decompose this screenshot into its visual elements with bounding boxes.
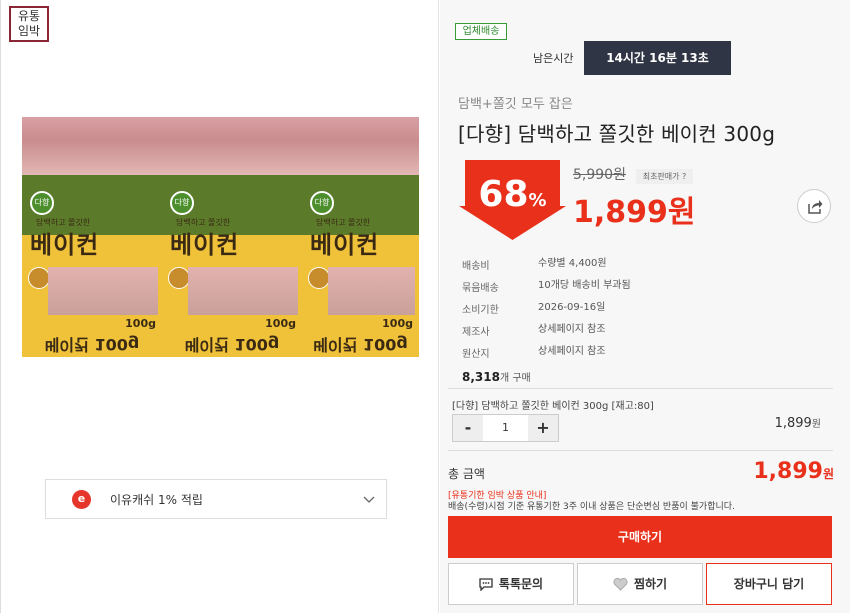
- cashback-text: 이유캐쉬 1% 적립: [110, 493, 203, 507]
- divider: [448, 450, 833, 451]
- add-to-cart-button[interactable]: 장바구니 담기: [706, 563, 832, 605]
- product-subtitle: 담백+쫄깃 모두 잡은: [458, 97, 573, 112]
- info-value-origin: 상세페이지 참조: [538, 346, 606, 357]
- cashback-dropdown[interactable]: e 이유캐쉬 1% 적립: [45, 479, 387, 519]
- purchase-panel: 업체배송 남은시간 14시간 16분 13초 담백+쫄깃 모두 잡은 [다향] …: [440, 0, 850, 613]
- option-price: 1,899원: [774, 416, 821, 431]
- remaining-time-label: 남은시간: [533, 52, 574, 65]
- info-value-bundle: 10개당 배송비 부과됨: [538, 280, 631, 291]
- info-label-bundle: 묶음배송: [462, 283, 499, 294]
- decrease-button[interactable]: -: [453, 415, 483, 441]
- e-cash-icon: e: [72, 490, 91, 509]
- lowest-price-info-button[interactable]: 최초판매가 ?: [636, 169, 693, 184]
- notice-body: 배송(수령)시점 기준 유통기한 3주 이내 상품은 단순변심 반품이 불가합니…: [448, 502, 735, 512]
- product-image[interactable]: 다향 담백하고 쫄깃한 베이컨 100g 베이컨 100g 다향 담백하고 쫄깃…: [22, 117, 419, 357]
- tag-line-2: 임박: [17, 24, 41, 38]
- countdown-timer: 14시간 16분 13초: [584, 41, 731, 75]
- product-title: [다향] 담백하고 쫄깃한 베이컨 300g: [458, 122, 776, 146]
- product-gallery: 유통 임박 다향 담백하고 쫄깃한 베이컨 100g 베이컨 100g 다향 담…: [1, 0, 439, 613]
- discount-rate: 68%: [478, 174, 547, 215]
- quantity-stepper: - 1 +: [452, 414, 559, 442]
- tag-line-1: 유통: [17, 9, 41, 23]
- share-icon: [808, 200, 823, 214]
- purchase-count: 8,318개 구매: [462, 370, 531, 384]
- heart-icon: [613, 578, 628, 591]
- info-value-expiry: 2026-09-16일: [538, 302, 606, 313]
- info-value-shipping: 수량별 4,400원: [538, 258, 607, 269]
- total-price: 1,899원: [753, 459, 834, 484]
- original-price: 5,990원: [573, 167, 626, 183]
- discount-arrow: 68%: [459, 160, 566, 240]
- bacon-pack: 다향 담백하고 쫄깃한 베이컨 100g 베이컨 100g: [302, 117, 419, 357]
- divider: [448, 388, 833, 389]
- share-button[interactable]: [797, 189, 831, 223]
- selected-option-name: [다향] 담백하고 쫄깃한 베이컨 300g [재고:80]: [452, 401, 654, 412]
- info-label-shipping: 배송비: [462, 261, 490, 272]
- info-label-origin: 원산지: [462, 349, 490, 360]
- increase-button[interactable]: +: [528, 415, 558, 441]
- info-label-expiry: 소비기한: [462, 305, 499, 316]
- inquiry-button[interactable]: 톡톡문의: [448, 563, 574, 605]
- wish-button[interactable]: 찜하기: [577, 563, 703, 605]
- info-value-manufacturer: 상세페이지 참조: [538, 324, 606, 335]
- delivery-badge: 업체배송: [455, 23, 507, 40]
- bacon-pack: 다향 담백하고 쫄깃한 베이컨 100g 베이컨 100g: [22, 117, 162, 357]
- buy-button[interactable]: 구매하기: [448, 516, 832, 558]
- expiry-imminent-tag: 유통 임박: [9, 6, 49, 42]
- info-label-manufacturer: 제조사: [462, 327, 490, 338]
- chevron-down-icon: [363, 496, 375, 503]
- sale-price: 1,899원: [573, 195, 696, 230]
- chat-icon: [479, 578, 493, 591]
- quantity-input[interactable]: 1: [483, 415, 528, 441]
- total-label: 총 금액: [448, 467, 485, 481]
- bacon-pack: 다향 담백하고 쫄깃한 베이컨 100g 베이컨 100g: [162, 117, 302, 357]
- product-page: 유통 임박 다향 담백하고 쫄깃한 베이컨 100g 베이컨 100g 다향 담…: [0, 0, 850, 613]
